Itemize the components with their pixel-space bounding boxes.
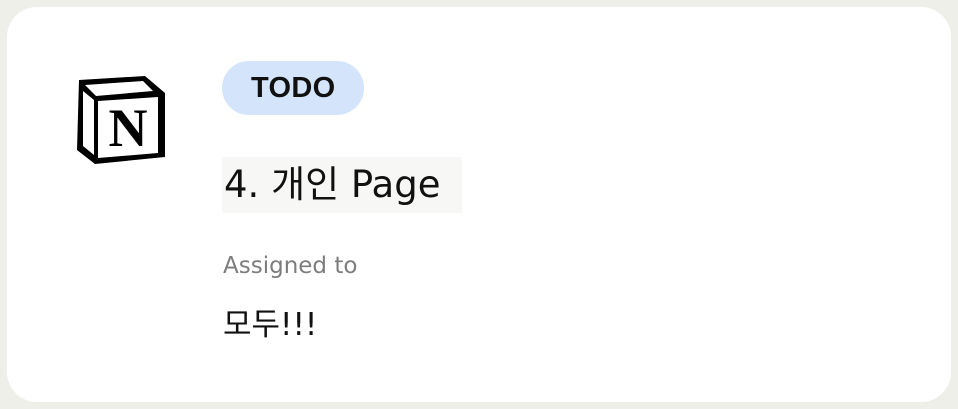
- svg-text:N: N: [109, 98, 148, 158]
- assigned-to-value: 모두!!!: [223, 307, 318, 343]
- assigned-to-label: Assigned to: [223, 253, 358, 279]
- task-card: N TODO 4. 개인 Page Assigned to 모두!!!: [7, 7, 951, 402]
- status-badge: TODO: [222, 61, 365, 115]
- page-title[interactable]: 4. 개인 Page: [222, 157, 463, 213]
- notion-logo-icon: N: [67, 67, 169, 171]
